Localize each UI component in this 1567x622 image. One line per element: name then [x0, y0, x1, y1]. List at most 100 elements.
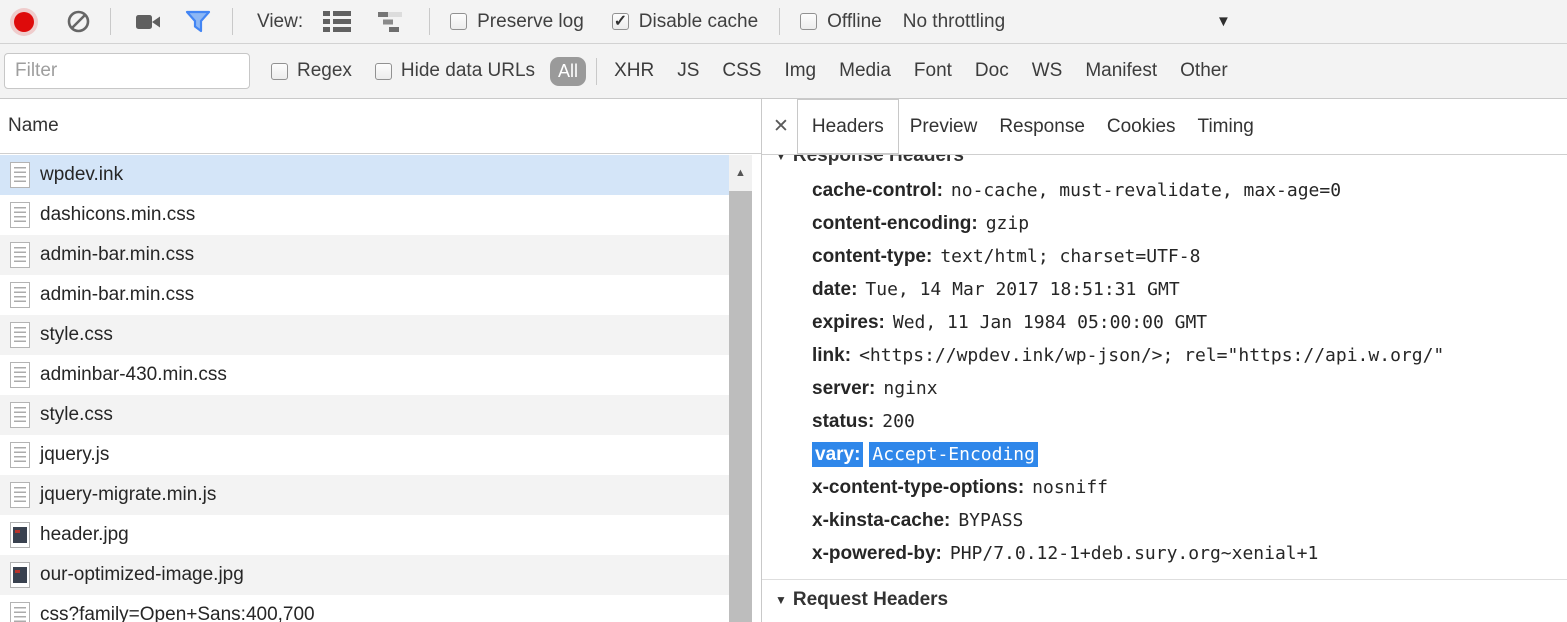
resource-type-media[interactable]: Media: [839, 60, 891, 82]
request-name: css?family=Open+Sans:400,700: [40, 604, 315, 622]
tab-cookies[interactable]: Cookies: [1096, 99, 1187, 154]
resource-type-filter: All XHR JS CSS Img Media Font Doc WS Manifest Othe…: [550, 57, 1228, 86]
header-name: x-content-type-options:: [812, 477, 1024, 498]
disable-cache-label[interactable]: Disable cache: [639, 11, 758, 33]
resource-type-xhr[interactable]: XHR: [614, 60, 654, 82]
header-name: x-powered-by:: [812, 543, 942, 564]
record-icon[interactable]: [14, 12, 34, 32]
resource-type-css[interactable]: CSS: [722, 60, 761, 82]
network-toolbar: View: Preserve log Disable cache Offline…: [0, 0, 1567, 44]
request-row[interactable]: css?family=Open+Sans:400,700: [0, 595, 730, 622]
request-name: admin-bar.min.css: [40, 244, 194, 266]
close-icon[interactable]: ✕: [773, 115, 789, 138]
header-name: content-encoding:: [812, 213, 978, 234]
offline-label[interactable]: Offline: [827, 11, 882, 33]
header-value: no-cache, must-revalidate, max-age=0: [951, 180, 1341, 201]
tab-response[interactable]: Response: [988, 99, 1096, 154]
resource-type-font[interactable]: Font: [914, 60, 952, 82]
header-value: <https://wpdev.ink/wp-json/>; rel="https…: [859, 345, 1444, 366]
request-name: jquery.js: [40, 444, 109, 466]
request-name: header.jpg: [40, 524, 129, 546]
header-row: status:200: [762, 405, 1567, 438]
list-view-icon[interactable]: [323, 11, 351, 32]
header-row: content-encoding:gzip: [762, 207, 1567, 240]
header-row: vary:Accept-Encoding: [762, 438, 1567, 471]
request-row[interactable]: jquery.js: [0, 435, 730, 475]
resource-type-img[interactable]: Img: [784, 60, 816, 82]
header-value: Accept-Encoding: [869, 442, 1038, 467]
header-name: x-kinsta-cache:: [812, 510, 950, 531]
header-row: x-powered-by:PHP/7.0.12-1+deb.sury.org~x…: [762, 537, 1567, 570]
request-row[interactable]: admin-bar.min.css: [0, 235, 730, 275]
request-row[interactable]: style.css: [0, 315, 730, 355]
filter-bar: Regex Hide data URLs All XHR JS CSS Img Media…: [0, 44, 1567, 99]
response-headers-title: Response Headers: [793, 155, 964, 167]
resource-type-manifest[interactable]: Manifest: [1085, 60, 1157, 82]
scroll-up-icon[interactable]: ▲: [729, 155, 752, 191]
disable-cache-checkbox[interactable]: [612, 13, 629, 30]
resource-type-other[interactable]: Other: [1180, 60, 1228, 82]
resource-type-all[interactable]: All: [550, 57, 586, 86]
header-row: x-content-type-options:nosniff: [762, 471, 1567, 504]
preserve-log-label[interactable]: Preserve log: [477, 11, 584, 33]
document-icon: [10, 442, 30, 468]
header-name: server:: [812, 378, 875, 399]
throttling-select[interactable]: No throttling: [903, 11, 1005, 33]
request-name: style.css: [40, 404, 113, 426]
document-icon: [10, 402, 30, 428]
response-headers-list: cache-control: no-cache, must-revalidate,…: [762, 174, 1567, 570]
hide-data-urls-label[interactable]: Hide data URLs: [401, 60, 535, 82]
resource-type-js[interactable]: JS: [677, 60, 699, 82]
preserve-log-checkbox[interactable]: [450, 13, 467, 30]
scrollbar-thumb[interactable]: [729, 191, 752, 622]
regex-checkbox[interactable]: [271, 63, 288, 80]
document-icon: [10, 282, 30, 308]
header-name: cache-control:: [812, 180, 943, 201]
request-row[interactable]: style.css: [0, 395, 730, 435]
request-row[interactable]: wpdev.ink: [0, 155, 730, 195]
tab-preview[interactable]: Preview: [899, 99, 989, 154]
request-row[interactable]: dashicons.min.css: [0, 195, 730, 235]
tab-timing[interactable]: Timing: [1187, 99, 1265, 154]
hide-data-urls-checkbox[interactable]: [375, 63, 392, 80]
toolbar-divider: [779, 8, 780, 35]
headers-content: ▼ Response Headers cache-control: no-cach…: [762, 155, 1567, 622]
header-value: nginx: [883, 378, 937, 399]
clear-icon[interactable]: [66, 9, 91, 34]
request-row[interactable]: our-optimized-image.jpg: [0, 555, 730, 595]
capture-screenshots-icon[interactable]: [136, 13, 162, 31]
collapse-triangle-icon: ▼: [775, 593, 787, 607]
view-label: View:: [257, 11, 303, 33]
toolbar-divider: [232, 8, 233, 35]
scrollbar[interactable]: ▲: [729, 155, 752, 622]
regex-label[interactable]: Regex: [297, 60, 352, 82]
header-row: x-kinsta-cache:BYPASS: [762, 504, 1567, 537]
request-name: admin-bar.min.css: [40, 284, 194, 306]
header-name: link:: [812, 345, 851, 366]
request-row[interactable]: header.jpg: [0, 515, 730, 555]
request-headers-section[interactable]: ▼ Request Headers: [762, 589, 1567, 611]
request-row[interactable]: jquery-migrate.min.js: [0, 475, 730, 515]
request-headers-title: Request Headers: [793, 589, 948, 611]
resource-type-doc[interactable]: Doc: [975, 60, 1009, 82]
detail-tab-bar: ✕ HeadersPreviewResponseCookiesTiming: [762, 99, 1567, 155]
document-icon: [10, 202, 30, 228]
chevron-down-icon[interactable]: ▼: [1216, 13, 1231, 30]
name-column-header[interactable]: Name: [0, 99, 761, 154]
filter-input[interactable]: [4, 53, 250, 89]
request-row[interactable]: adminbar-430.min.css: [0, 355, 730, 395]
response-headers-section[interactable]: ▼ Response Headers: [762, 155, 1567, 167]
header-row: link: <https://wpdev.ink/wp-json/>; rel="…: [762, 339, 1567, 372]
filter-funnel-icon[interactable]: [185, 10, 211, 34]
resource-type-ws[interactable]: WS: [1032, 60, 1063, 82]
header-name: date:: [812, 279, 857, 300]
header-value: text/html; charset=UTF-8: [940, 246, 1200, 267]
request-row[interactable]: admin-bar.min.css: [0, 275, 730, 315]
offline-checkbox[interactable]: [800, 13, 817, 30]
document-icon: [10, 362, 30, 388]
image-icon: [10, 522, 30, 548]
waterfall-view-icon[interactable]: [376, 12, 404, 32]
tab-headers[interactable]: Headers: [797, 99, 899, 154]
document-icon: [10, 242, 30, 268]
document-icon: [10, 322, 30, 348]
